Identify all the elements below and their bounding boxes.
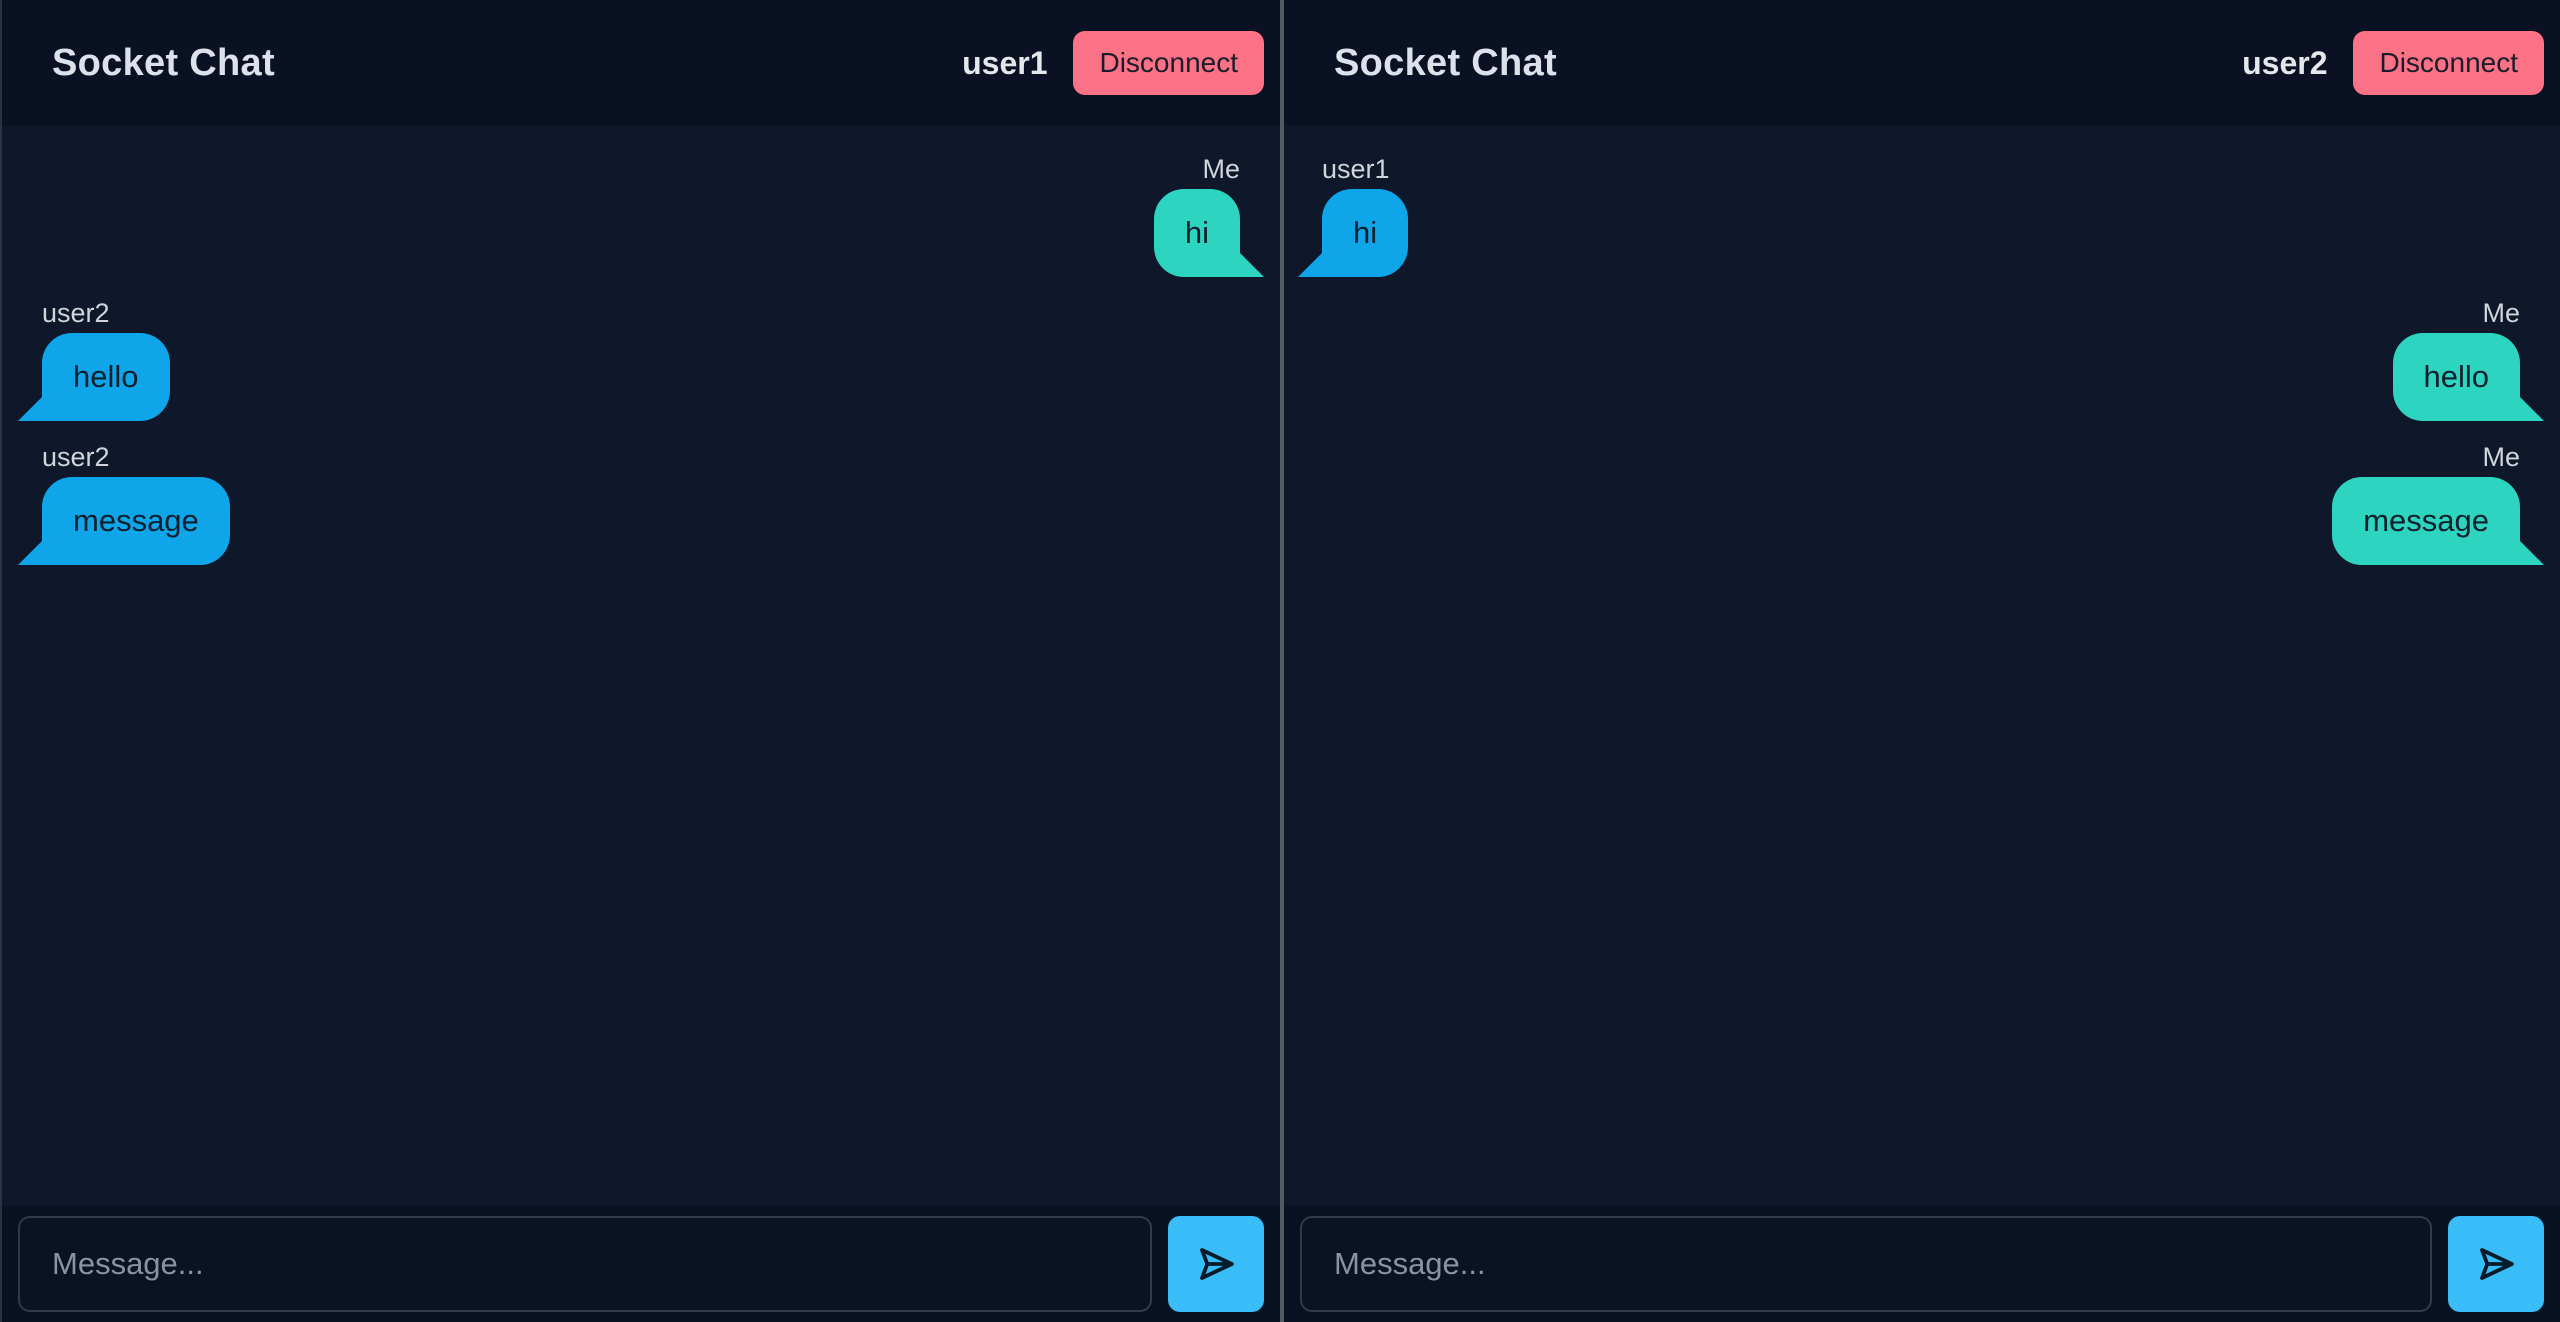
app-title: Socket Chat (52, 41, 275, 84)
message-sender: user1 (1322, 154, 1390, 184)
message-sender: user2 (42, 298, 110, 328)
app: Socket Chat user1 Disconnect Me hi user2… (0, 0, 2560, 1322)
chat-header: Socket Chat user1 Disconnect (2, 0, 1280, 126)
chat-pane-user1: Socket Chat user1 Disconnect Me hi user2… (0, 0, 1280, 1322)
message-bubble: hello (42, 333, 170, 421)
send-button[interactable] (1168, 1216, 1264, 1312)
message-list: user1 hi Me hello Me message (1284, 126, 2560, 1206)
message-item: user2 hello (42, 298, 170, 421)
disconnect-button[interactable]: Disconnect (2353, 31, 2544, 95)
message-bubble: hi (1322, 189, 1409, 277)
message-item: user1 hi (1322, 154, 1409, 277)
message-bubble: hello (2392, 333, 2520, 421)
chat-pane-user2: Socket Chat user2 Disconnect user1 hi Me… (1280, 0, 2560, 1322)
message-sender: Me (2482, 298, 2520, 328)
message-item: Me hi (1153, 154, 1240, 277)
send-icon (1200, 1248, 1234, 1280)
message-sender: Me (2482, 442, 2520, 472)
message-bubble: hi (1153, 189, 1240, 277)
message-composer (1284, 1206, 2560, 1322)
disconnect-button[interactable]: Disconnect (1073, 31, 1264, 95)
message-composer (2, 1206, 1280, 1322)
message-item: user2 message (42, 442, 230, 565)
current-username: user2 (2242, 44, 2328, 81)
message-input[interactable] (1300, 1216, 2432, 1312)
current-username: user1 (962, 44, 1048, 81)
message-bubble: message (2332, 477, 2520, 565)
message-sender: Me (1202, 154, 1240, 184)
message-item: Me hello (2392, 298, 2520, 421)
send-button[interactable] (2448, 1216, 2544, 1312)
message-bubble: message (42, 477, 230, 565)
message-item: Me message (2332, 442, 2520, 565)
app-title: Socket Chat (1334, 41, 1557, 84)
message-list: Me hi user2 hello user2 message (2, 126, 1280, 1206)
message-sender: user2 (42, 442, 110, 472)
message-input[interactable] (18, 1216, 1152, 1312)
send-icon (2480, 1248, 2514, 1280)
chat-header: Socket Chat user2 Disconnect (1284, 0, 2560, 126)
